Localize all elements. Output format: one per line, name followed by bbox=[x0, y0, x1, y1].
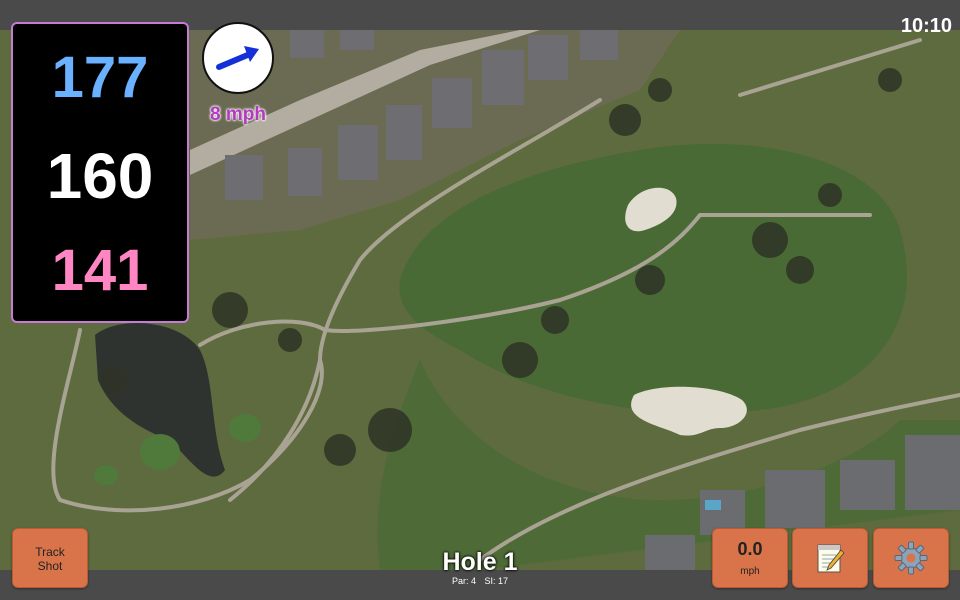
settings-button[interactable] bbox=[873, 528, 949, 588]
wind-speed: 8 mph bbox=[210, 104, 266, 125]
middle-distance: 160 bbox=[46, 140, 154, 212]
hole-title: Hole 1 bbox=[442, 548, 518, 576]
wind-direction-dial bbox=[202, 22, 274, 94]
clock: 10:10 bbox=[900, 15, 952, 37]
arrow-icon bbox=[216, 46, 259, 70]
gear-icon bbox=[894, 541, 928, 575]
hole-stroke-index: SI: 17 bbox=[484, 576, 509, 586]
speed-value: 0.0 bbox=[737, 539, 763, 559]
speed-unit: mph bbox=[740, 566, 760, 577]
hole-info: Par: 4 SI: 17 bbox=[400, 576, 560, 586]
track-shot-label-line1: Track bbox=[35, 545, 65, 559]
hole-par: Par: 4 bbox=[451, 576, 476, 586]
track-shot-button[interactable]: Track Shot bbox=[12, 528, 88, 588]
track-shot-label-line2: Shot bbox=[37, 559, 63, 573]
front-distance: 141 bbox=[51, 238, 149, 303]
speed-button[interactable]: 0.0 mph bbox=[712, 528, 788, 588]
distance-panel: 177 160 141 bbox=[11, 22, 189, 323]
notes-button[interactable] bbox=[792, 528, 868, 588]
back-distance: 177 bbox=[51, 45, 149, 110]
notepad-icon bbox=[817, 544, 845, 573]
